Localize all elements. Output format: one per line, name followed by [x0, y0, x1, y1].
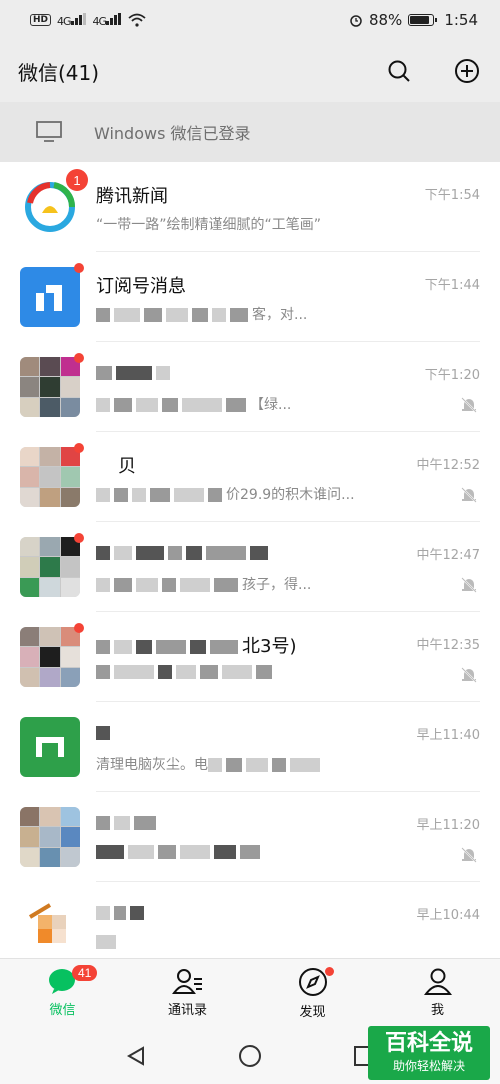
chat-time: 下午1:44 — [424, 278, 480, 293]
chat-row[interactable]: 早上10:44 — [0, 882, 500, 958]
avatar — [20, 897, 80, 957]
chat-row[interactable]: 孩子，得... 中午12:47 — [0, 522, 500, 612]
chat-preview — [96, 664, 276, 680]
chat-name: 贝 — [118, 456, 136, 477]
system-nav-bar: 百科全说 助你轻松解决 — [0, 1026, 500, 1084]
mute-bell-icon — [461, 847, 477, 863]
add-icon[interactable] — [452, 56, 482, 86]
compass-icon — [298, 968, 327, 996]
chat-name — [96, 722, 114, 743]
search-icon[interactable] — [384, 56, 414, 86]
battery-fill — [410, 16, 429, 24]
home-icon[interactable] — [238, 1044, 262, 1068]
chat-name: 订阅号消息 — [96, 276, 186, 297]
chat-time: 下午1:54 — [424, 188, 480, 203]
watermark-logo: 百科全说 助你轻松解决 — [368, 1026, 490, 1080]
chat-time: 中午12:47 — [416, 548, 480, 563]
tab-label: 我 — [430, 1003, 444, 1018]
mute-bell-icon — [461, 577, 477, 593]
watermark-subtitle: 助你轻松解决 — [392, 1059, 465, 1073]
unread-dot — [74, 443, 84, 453]
avatar — [20, 537, 80, 597]
chat-name: 北3号) — [96, 632, 296, 658]
wifi-icon — [128, 13, 146, 27]
chat-time: 中午12:35 — [416, 638, 480, 653]
chat-preview: 清理电脑灰尘。电 — [96, 754, 324, 774]
status-bar: HD 4G 4G 88% 1:54 — [0, 0, 500, 40]
mute-bell-icon — [461, 667, 477, 683]
avatar — [20, 447, 80, 507]
unread-dot — [74, 353, 84, 363]
chat-time: 下午1:20 — [424, 368, 480, 383]
chat-time: 早上10:44 — [416, 908, 480, 923]
chat-preview — [96, 844, 264, 860]
app-header: 微信(41) — [0, 40, 500, 102]
signal-icon: 4G — [57, 12, 87, 28]
chat-time: 早上11:40 — [416, 728, 480, 743]
chat-name: 腾讯新闻 — [96, 186, 168, 207]
tab-label: 通讯录 — [167, 1003, 207, 1018]
mute-bell-icon — [461, 397, 477, 413]
chat-name — [96, 812, 160, 833]
battery-percent: 88% — [368, 11, 403, 29]
chat-row[interactable]: 北3号) 中午12:35 — [0, 612, 500, 702]
chat-preview: “一带一路”绘制精谨细腻的“工笔画” — [96, 217, 322, 233]
desktop-login-banner[interactable]: Windows 微信已登录 — [0, 102, 500, 162]
desktop-icon — [36, 121, 62, 142]
back-icon[interactable] — [125, 1045, 147, 1067]
tab-label: 发现 — [299, 1005, 326, 1020]
avatar — [20, 717, 80, 777]
tab-unread-badge: 41 — [72, 965, 98, 981]
page-title: 微信(41) — [18, 60, 100, 85]
chat-list: 1 腾讯新闻 “一带一路”绘制精谨细腻的“工笔画” 下午1:54 订阅号消息 客… — [0, 162, 500, 958]
chat-preview: 客，对... — [96, 304, 307, 324]
chat-time: 早上11:20 — [416, 818, 480, 833]
avatar — [20, 807, 80, 867]
chat-preview: 孩子，得... — [96, 574, 311, 594]
chat-row[interactable]: 订阅号消息 客，对... 下午1:44 — [0, 252, 500, 342]
contacts-icon — [171, 969, 202, 994]
chat-row[interactable]: 清理电脑灰尘。电 早上11:40 — [0, 702, 500, 792]
chat-name — [96, 362, 174, 383]
tab-chats[interactable]: 41 微信 — [0, 959, 125, 1029]
avatar — [20, 627, 80, 687]
login-banner-text: Windows 微信已登录 — [94, 124, 251, 143]
unread-badge: 1 — [66, 169, 88, 191]
bottom-tab-bar: 41 微信 通讯录 发现 我 — [0, 958, 500, 1028]
chat-row[interactable]: 贝 价29.9的积木谁问... 中午12:52 — [0, 432, 500, 522]
unread-dot — [74, 533, 84, 543]
battery-icon — [408, 14, 438, 26]
chat-preview — [96, 934, 120, 950]
chat-row[interactable]: 早上11:20 — [0, 792, 500, 882]
tab-label: 微信 — [49, 1003, 76, 1018]
tab-unread-dot — [325, 967, 334, 976]
chat-time: 中午12:52 — [416, 458, 480, 473]
tab-discover[interactable]: 发现 — [250, 959, 375, 1029]
unread-dot — [74, 623, 84, 633]
watermark-title: 百科全说 — [384, 1031, 473, 1056]
profile-icon — [423, 968, 452, 995]
avatar — [20, 267, 80, 327]
unread-dot — [74, 263, 84, 273]
chat-name — [96, 902, 148, 923]
chat-row[interactable]: 1 腾讯新闻 “一带一路”绘制精谨细腻的“工笔画” 下午1:54 — [0, 162, 500, 252]
tab-contacts[interactable]: 通讯录 — [125, 959, 250, 1029]
status-left: HD 4G 4G — [30, 12, 146, 28]
avatar — [20, 357, 80, 417]
tab-me[interactable]: 我 — [375, 959, 500, 1029]
chat-name — [96, 542, 272, 563]
chat-preview: 价29.9的积木谁问... — [96, 484, 355, 504]
status-right: 88% 1:54 — [349, 11, 478, 29]
chat-preview: 【绿... — [96, 394, 291, 414]
alarm-icon — [350, 15, 362, 27]
hd-indicator: HD — [30, 14, 52, 26]
signal-icon-2: 4G — [93, 12, 123, 28]
mute-bell-icon — [461, 487, 477, 503]
chat-row[interactable]: 【绿... 下午1:20 — [0, 342, 500, 432]
clock: 1:54 — [444, 11, 478, 29]
